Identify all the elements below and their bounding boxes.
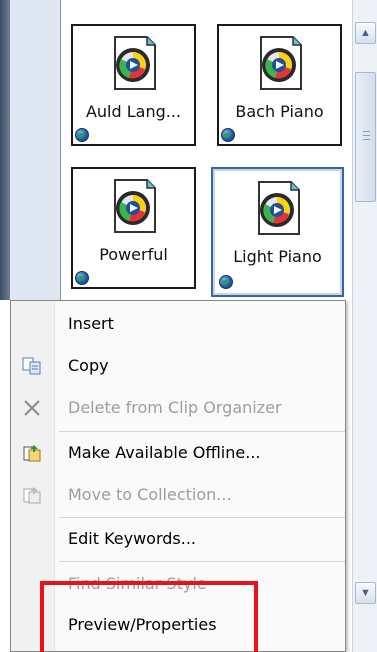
menu-item-label: Edit Keywords... (68, 529, 196, 548)
clip-tile-selected[interactable]: Light Piano (211, 167, 344, 297)
online-clip-globe-icon (75, 271, 89, 285)
clip-tile[interactable]: Auld Lang... (71, 24, 196, 146)
vertical-scrollbar[interactable]: ▲ ▼ (352, 0, 377, 652)
highlight-annotation-box (40, 581, 258, 652)
menu-item-label: Make Available Offline... (68, 443, 261, 462)
scroll-grip-icon (363, 131, 370, 140)
scroll-down-button[interactable]: ▼ (355, 582, 376, 604)
move-collection-icon (23, 487, 41, 504)
menu-item-insert[interactable]: Insert (11, 303, 345, 345)
menu-item-edit-keywords[interactable]: Edit Keywords... (11, 518, 345, 560)
task-pane-edge (0, 0, 10, 300)
delete-x-icon (24, 400, 40, 416)
clip-label: Bach Piano (235, 102, 324, 121)
sound-clip-icon (114, 179, 156, 233)
scroll-up-button[interactable]: ▲ (355, 22, 376, 44)
menu-item-label: Insert (68, 314, 114, 333)
clip-label: Powerful (99, 245, 168, 264)
menu-item-label: Move to Collection... (68, 485, 232, 504)
menu-item-make-available-offline[interactable]: Make Available Offline... (11, 432, 345, 474)
menu-item-delete-from-clip-organizer[interactable]: Delete from Clip Organizer (11, 387, 345, 429)
clip-tile[interactable]: Powerful (71, 167, 196, 289)
clip-tile[interactable]: Bach Piano (217, 24, 342, 146)
menu-separator (59, 561, 345, 562)
menu-item-label: Copy (68, 356, 109, 375)
sound-clip-icon (114, 36, 156, 90)
menu-item-copy[interactable]: Copy (11, 345, 345, 387)
online-clip-globe-icon (219, 275, 233, 289)
clip-label: Light Piano (233, 247, 322, 266)
online-clip-globe-icon (221, 128, 235, 142)
clip-label: Auld Lang... (85, 102, 182, 121)
menu-item-label: Delete from Clip Organizer (68, 398, 282, 417)
scroll-thumb[interactable] (355, 72, 376, 202)
sound-clip-icon (260, 36, 302, 90)
make-offline-icon (23, 445, 41, 462)
copy-icon (22, 357, 41, 375)
menu-item-move-to-collection[interactable]: Move to Collection... (11, 474, 345, 516)
online-clip-globe-icon (75, 128, 89, 142)
sound-clip-icon (258, 181, 300, 235)
